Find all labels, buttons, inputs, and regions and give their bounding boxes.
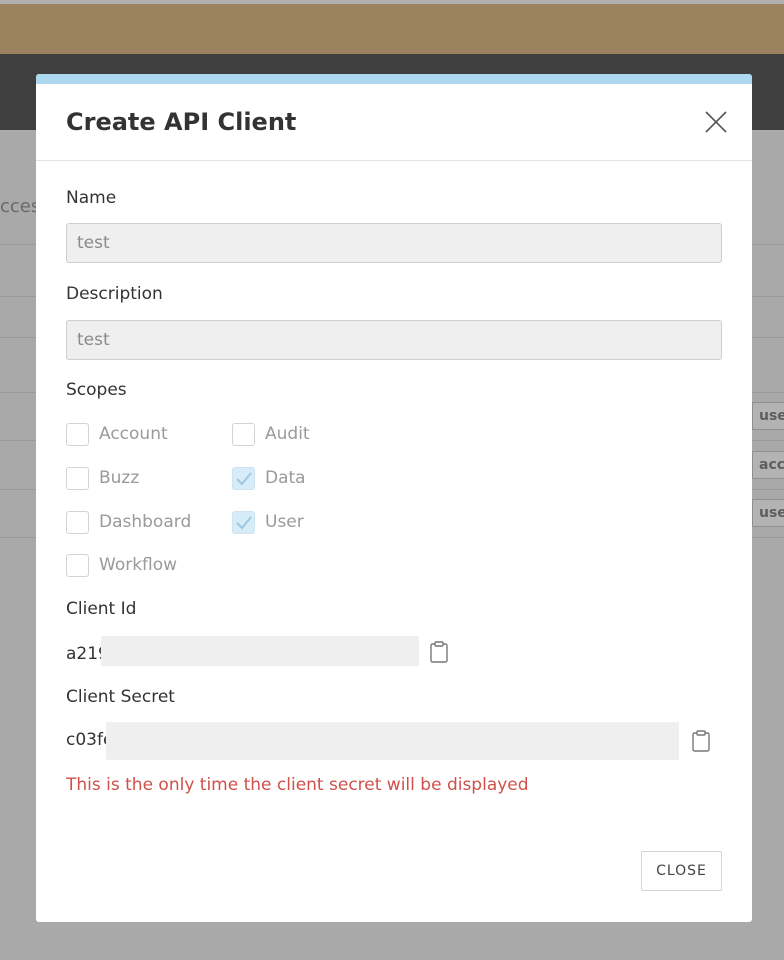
app-brand-bar <box>0 4 784 54</box>
scope-account-checkbox[interactable] <box>66 422 89 446</box>
scope-buzz[interactable]: Buzz <box>66 466 139 490</box>
scope-workflow-label: Workflow <box>99 555 178 575</box>
name-input[interactable] <box>66 223 722 263</box>
description-label: Description <box>66 284 163 304</box>
client-secret-label: Client Secret <box>66 687 175 707</box>
create-api-client-dialog: Create API Client Name Description Scope… <box>36 74 752 922</box>
scope-audit[interactable]: Audit <box>232 422 310 446</box>
clipboard-icon[interactable] <box>691 730 711 752</box>
background-tag: user <box>752 499 784 527</box>
scope-buzz-checkbox[interactable] <box>66 466 89 490</box>
dialog-header: Create API Client <box>36 84 752 161</box>
client-id-label: Client Id <box>66 599 137 619</box>
background-tag: user <box>752 402 784 430</box>
check-icon <box>236 471 252 485</box>
scope-data[interactable]: Data <box>232 466 306 490</box>
clipboard-icon[interactable] <box>429 641 449 663</box>
client-id-redaction <box>101 636 419 666</box>
dialog-title: Create API Client <box>66 108 297 136</box>
background-heading-partial: cces <box>0 196 41 217</box>
scope-account[interactable]: Account <box>66 422 168 446</box>
scope-account-label: Account <box>99 424 168 444</box>
scope-buzz-label: Buzz <box>99 468 140 488</box>
background-tag: acco <box>752 451 784 479</box>
client-secret-row: c03fe <box>66 722 722 760</box>
scope-data-checkbox[interactable] <box>232 466 255 490</box>
scope-audit-label: Audit <box>265 424 310 444</box>
scope-dashboard-checkbox[interactable] <box>66 510 89 534</box>
scope-data-label: Data <box>265 468 306 488</box>
scope-dashboard-label: Dashboard <box>99 512 192 532</box>
scopes-label: Scopes <box>66 380 127 400</box>
scope-user-label: User <box>265 512 304 532</box>
client-secret-warning: This is the only time the client secret … <box>66 775 529 795</box>
close-icon[interactable] <box>702 108 730 136</box>
scope-dashboard[interactable]: Dashboard <box>66 510 191 534</box>
client-secret-redaction <box>106 722 679 760</box>
scope-user-checkbox[interactable] <box>232 510 255 534</box>
scope-audit-checkbox[interactable] <box>232 422 255 446</box>
close-button[interactable]: CLOSE <box>641 851 722 891</box>
scope-user[interactable]: User <box>232 510 304 534</box>
client-id-row: a219 <box>66 636 722 674</box>
scope-workflow-checkbox[interactable] <box>66 553 89 577</box>
dialog-accent-bar <box>36 74 752 84</box>
name-label: Name <box>66 188 117 208</box>
scope-workflow[interactable]: Workflow <box>66 553 177 577</box>
check-icon <box>236 515 252 529</box>
description-input[interactable] <box>66 320 722 360</box>
